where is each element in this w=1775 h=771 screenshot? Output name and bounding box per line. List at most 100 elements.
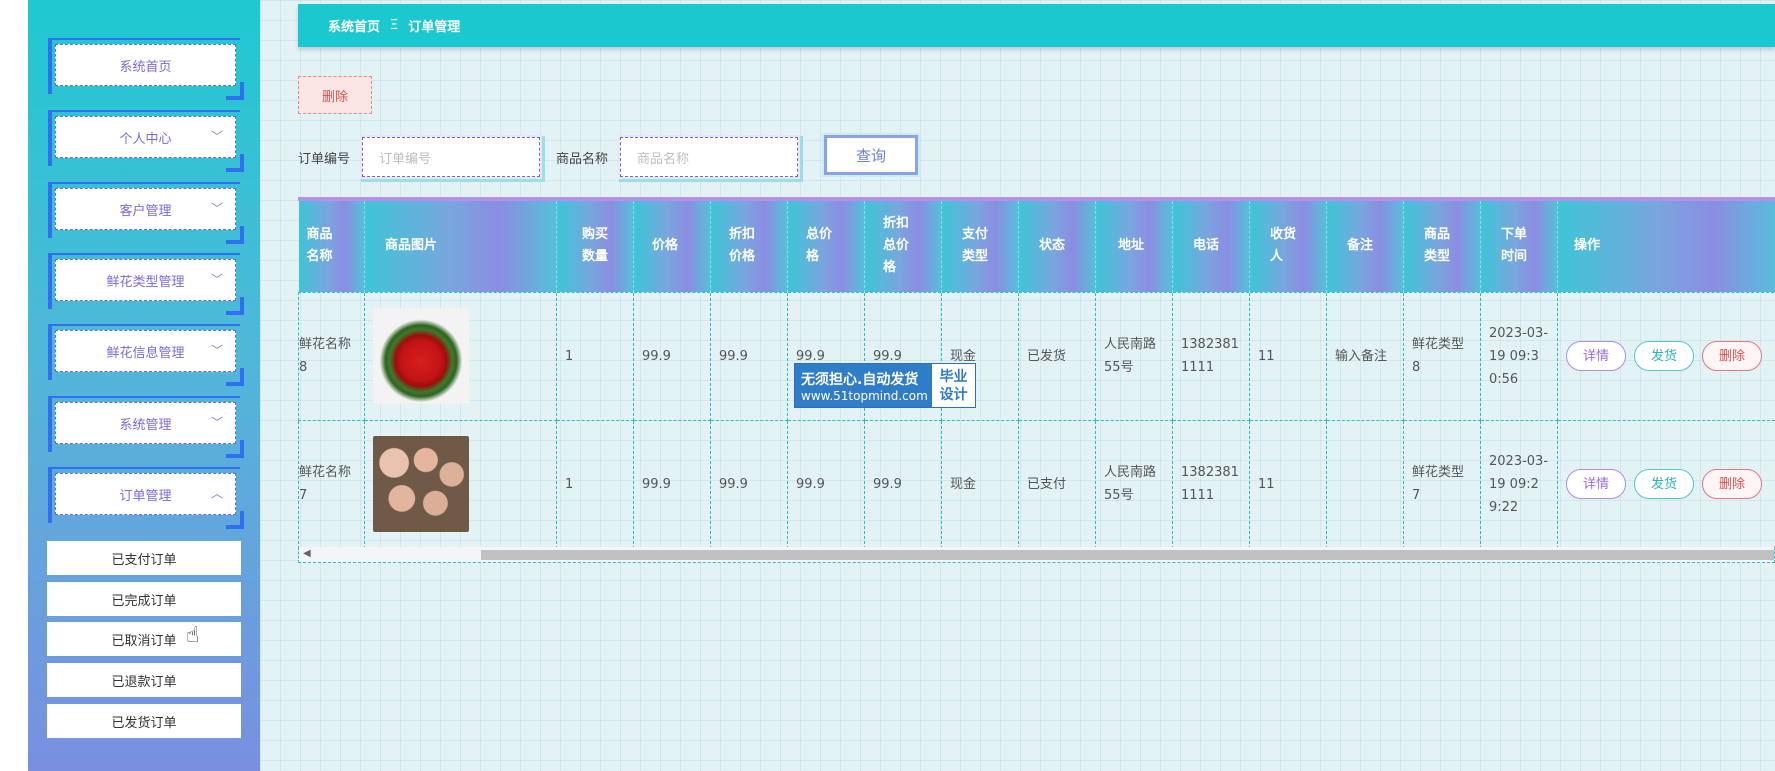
cell-time: 2023-03-19 09:29:22 [1480,419,1558,549]
chevron-down-icon: ﹀ [210,415,223,430]
th-phone: 电话 [1172,201,1250,292]
ship-button[interactable]: 发货 [1634,469,1694,499]
submenu-label: 已取消订单 [111,633,177,649]
cell-discount-price: 99.9 [710,291,788,421]
menu-item-home[interactable]: 系统首页 [48,38,244,100]
query-button[interactable]: 查询 [824,135,918,175]
menu-label: 鲜花类型管理 [106,274,185,290]
cell-qty: 1 [556,419,634,549]
th-remark: 备注 [1326,201,1404,292]
detail-button[interactable]: 详情 [1566,341,1626,371]
hand-cursor-icon: ☝ [186,623,200,648]
chevron-up-icon: ︿ [210,486,223,501]
th-name: 商品 名称 [298,201,365,292]
breadcrumb-home[interactable]: 系统首页 [328,16,380,35]
cell-receiver: 11 [1249,291,1327,421]
submenu-label: 已发货订单 [111,715,177,731]
submenu-shipped-orders[interactable]: 已发货订单 [47,704,241,738]
submenu-refunded-orders[interactable]: 已退款订单 [47,663,241,697]
th-qty: 购买 数量 [556,201,634,292]
delete-button[interactable]: 删除 [1702,469,1762,499]
product-image[interactable] [373,308,469,404]
menu-label: 鲜花信息管理 [106,345,185,361]
chevron-down-icon: ﹀ [210,201,223,216]
submenu-label: 已支付订单 [111,552,177,568]
th-actions: 操作 [1557,201,1775,292]
cell-qty: 1 [556,291,634,421]
menu-label: 客户管理 [119,203,172,219]
scroll-left-icon[interactable]: ◀ [303,548,311,559]
chevron-down-icon: ﹀ [210,343,223,358]
cell-price: 99.9 [633,291,711,421]
cell-receiver: 11 [1249,419,1327,549]
menu-item-system[interactable]: 系统管理 ﹀ [48,396,244,458]
cell-pay-type: 现金 [941,419,1019,549]
menu-label: 系统管理 [119,417,172,433]
breadcrumb-separator: Ξ [390,18,399,33]
watermark-line1: 无须担心.自动发货 [801,371,919,388]
cell-price: 99.9 [633,419,711,549]
delete-button[interactable]: 删除 [1702,341,1762,371]
th-time: 下单 时间 [1480,201,1558,292]
cell-image [364,291,557,421]
th-discount-price: 折扣 价格 [710,201,788,292]
table-row: 鲜花名称7 1 99.9 99.9 99.9 99.9 现金 已支付 人民南路5… [298,419,1775,549]
cell-address: 人民南路55号 [1095,419,1173,549]
watermark-right2: 设计 [939,386,968,403]
cell-phone: 13823811111 [1172,291,1250,421]
cell-time: 2023-03-19 09:30:56 [1480,291,1558,421]
watermark-right1: 毕业 [939,368,968,385]
cell-name: 鲜花名称8 [298,291,365,421]
menu-item-flower-type[interactable]: 鲜花类型管理 ﹀ [48,253,244,315]
batch-delete-button[interactable]: 删除 [298,76,372,114]
product-name-label: 商品名称 [556,152,609,167]
th-discount-total: 折扣 总价 格 [864,201,942,292]
watermark-line2: www.51topmind.com [801,388,928,403]
th-image: 商品图片 [364,201,557,292]
cell-actions: 详情 发货 删除 [1557,291,1775,421]
menu-item-customer[interactable]: 客户管理 ﹀ [48,182,244,244]
detail-button[interactable]: 详情 [1566,469,1626,499]
submenu-label: 已完成订单 [111,593,177,609]
cell-remark: 输入备注 [1326,291,1404,421]
scrollbar-thumb[interactable] [481,550,1774,560]
menu-item-orders[interactable]: 订单管理 ︿ [48,467,244,529]
th-receiver: 收货 人 [1249,201,1327,292]
chevron-down-icon: ﹀ [210,272,223,287]
menu-item-flower-info[interactable]: 鲜花信息管理 ﹀ [48,324,244,386]
table-header-row: 商品 名称 商品图片 购买 数量 价格 折扣 价格 总价 格 折扣 总价 格 支… [298,201,1775,292]
th-total: 总价 格 [787,201,865,292]
orders-table: 商品 名称 商品图片 购买 数量 价格 折扣 价格 总价 格 折扣 总价 格 支… [298,197,1775,563]
cell-status: 已发货 [1018,291,1096,421]
product-name-input[interactable]: 商品名称 [620,137,798,177]
main-content: 系统首页 Ξ 订单管理 删除 订单编号 订单编号 商品名称 商品名称 查询 商品… [260,0,1775,771]
th-price: 价格 [633,201,711,292]
chevron-down-icon: ﹀ [210,129,223,144]
cell-address: 人民南路55号 [1095,291,1173,421]
order-no-input[interactable]: 订单编号 [362,137,540,177]
submenu-completed-orders[interactable]: 已完成订单 [47,582,241,616]
th-type: 商品 类型 [1403,201,1481,292]
horizontal-scrollbar[interactable]: ◀ [298,547,1775,563]
submenu-paid-orders[interactable]: 已支付订单 [47,541,241,575]
th-pay-type: 支付 类型 [941,201,1019,292]
breadcrumb: 系统首页 Ξ 订单管理 [298,4,1775,47]
ship-button[interactable]: 发货 [1634,341,1694,371]
cell-total: 99.9 [787,419,865,549]
menu-label: 系统首页 [119,59,172,75]
cell-discount-total: 99.9 [864,419,942,549]
th-address: 地址 [1095,201,1173,292]
cell-remark [1326,419,1404,549]
breadcrumb-current: 订单管理 [408,20,461,35]
cell-status: 已支付 [1018,419,1096,549]
submenu-label: 已退款订单 [111,674,177,690]
cell-image [364,419,557,549]
watermark-badge: 无须担心.自动发货 www.51topmind.com 毕业 设计 [794,363,976,408]
cell-type: 鲜花类型7 [1403,419,1481,549]
cell-actions: 详情 发货 删除 [1557,419,1775,549]
product-image[interactable] [373,436,469,532]
cell-name: 鲜花名称7 [298,419,365,549]
table-row: 鲜花名称8 1 99.9 99.9 99.9 99.9 现金 已发货 人民南路5… [298,291,1775,421]
submenu-cancelled-orders[interactable]: 已取消订单 [47,622,241,656]
menu-item-personal-center[interactable]: 个人中心 ﹀ [48,110,244,172]
